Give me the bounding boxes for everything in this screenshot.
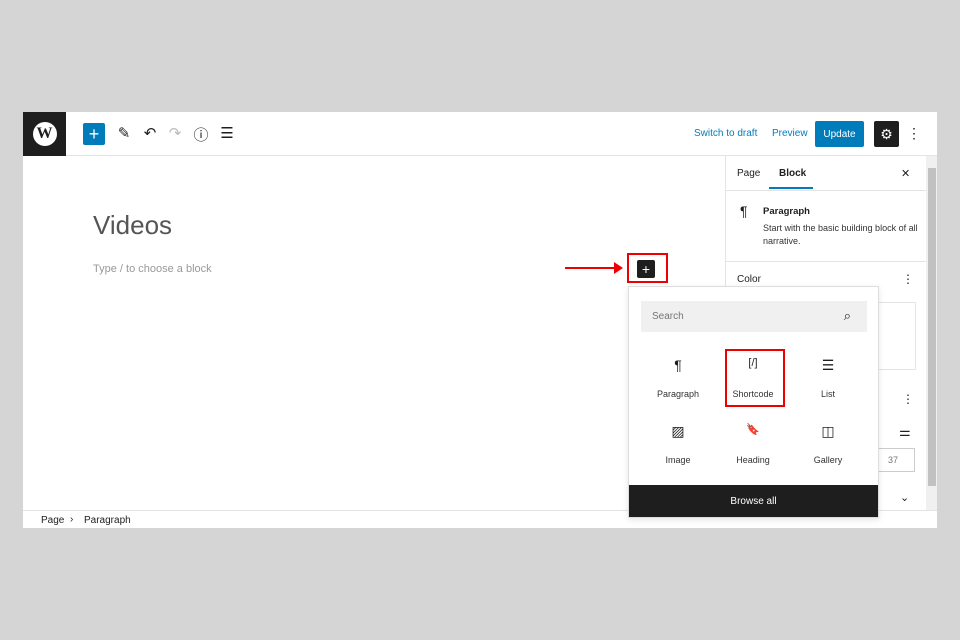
switch-to-draft-link[interactable]: Switch to draft <box>694 128 757 139</box>
sliders-icon[interactable]: ⚌ <box>899 424 911 440</box>
page-title[interactable]: Videos <box>93 210 172 241</box>
block-list[interactable]: ☰ List <box>793 357 863 399</box>
divider <box>726 190 927 191</box>
gallery-icon: ◫ <box>821 423 835 439</box>
search-icon: ⌕ <box>843 308 851 323</box>
undo-icon[interactable]: ↶ <box>140 124 160 142</box>
search-input[interactable]: Search ⌕ <box>641 301 867 332</box>
color-swatch-list[interactable] <box>876 302 916 370</box>
breadcrumb-page[interactable]: Page <box>41 515 64 526</box>
red-arrow-annotation <box>565 262 623 274</box>
scrollbar-thumb[interactable] <box>928 168 936 486</box>
info-icon[interactable]: ⓘ <box>191 124 211 145</box>
block-label: Heading <box>736 455 770 465</box>
block-image[interactable]: ▨ Image <box>643 423 713 465</box>
block-label: List <box>820 389 835 399</box>
block-gallery[interactable]: ◫ Gallery <box>793 423 863 465</box>
top-toolbar: W + ✎ ↶ ↷ ⓘ ☰ Switch to draft Preview Up… <box>23 112 937 156</box>
update-button[interactable]: Update <box>815 121 864 147</box>
color-panel-title[interactable]: Color <box>737 274 761 285</box>
settings-gear-icon[interactable]: ⚙ <box>874 121 899 147</box>
inline-add-block-button[interactable]: + <box>637 260 655 278</box>
block-label: Image <box>665 455 691 465</box>
scrollbar[interactable] <box>926 156 937 510</box>
font-size-input[interactable]: 37 <box>878 448 915 472</box>
wordpress-logo[interactable]: W <box>23 112 66 156</box>
chevron-down-icon[interactable]: ⌄ <box>900 491 909 504</box>
add-block-button[interactable]: + <box>83 123 105 145</box>
block-label: Gallery <box>813 455 843 465</box>
preview-link[interactable]: Preview <box>772 128 808 139</box>
active-tab-indicator <box>769 187 813 189</box>
block-description: Start with the basic building block of a… <box>763 223 918 246</box>
image-icon: ▨ <box>671 423 685 439</box>
block-label: Paragraph <box>656 389 700 399</box>
block-name: Paragraph <box>763 206 810 217</box>
bookmark-icon: 🔖 <box>746 424 760 436</box>
paragraph-icon: ¶ <box>740 203 748 219</box>
edit-tool-icon[interactable]: ✎ <box>114 124 134 142</box>
block-inserter-popover: Search ⌕ ¶ Paragraph [/] Shortcode ☰ List ▨ I… <box>628 286 879 518</box>
breadcrumb-paragraph[interactable]: Paragraph <box>84 515 131 526</box>
block-placeholder[interactable]: Type / to choose a block <box>93 263 212 275</box>
tab-page[interactable]: Page <box>737 168 760 179</box>
search-placeholder: Search <box>652 311 684 322</box>
chevron-right-icon: › <box>70 514 74 525</box>
more-options-icon[interactable]: ⋮ <box>907 125 921 142</box>
list-view-icon[interactable]: ☰ <box>217 124 237 142</box>
list-icon: ☰ <box>821 357 835 373</box>
tab-block[interactable]: Block <box>779 168 806 179</box>
block-paragraph[interactable]: ¶ Paragraph <box>643 357 713 399</box>
typography-options-icon[interactable]: ⋮ <box>902 392 914 406</box>
divider <box>726 261 927 262</box>
block-heading[interactable]: 🔖 Heading <box>718 423 788 465</box>
close-icon[interactable]: ✕ <box>901 167 910 180</box>
highlight-box-shortcode <box>725 349 785 407</box>
paragraph-icon: ¶ <box>674 357 682 373</box>
color-options-icon[interactable]: ⋮ <box>902 272 914 286</box>
editor-window: W + ✎ ↶ ↷ ⓘ ☰ Switch to draft Preview Up… <box>23 112 937 528</box>
redo-icon[interactable]: ↷ <box>165 124 185 142</box>
browse-all-button[interactable]: Browse all <box>629 485 878 517</box>
